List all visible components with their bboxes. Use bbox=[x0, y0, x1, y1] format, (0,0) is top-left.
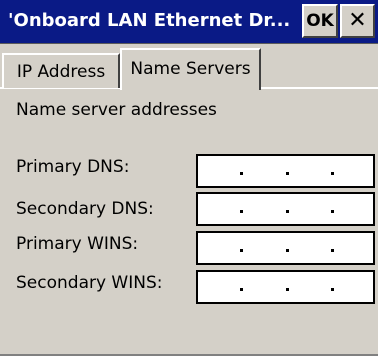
ip-dot bbox=[286, 210, 289, 213]
name-servers-panel: Name server addresses Primary DNS: Secon… bbox=[0, 89, 378, 356]
tab-ip-address[interactable]: IP Address bbox=[2, 53, 120, 88]
secondary-wins-label: Secondary WINS: bbox=[16, 273, 163, 293]
ip-dot bbox=[240, 288, 243, 291]
ip-dot bbox=[286, 288, 289, 291]
ip-dot bbox=[240, 210, 243, 213]
ip-dot bbox=[331, 210, 334, 213]
section-label: Name server addresses bbox=[16, 100, 217, 120]
secondary-dns-input[interactable] bbox=[196, 192, 375, 226]
close-button[interactable]: ✕ bbox=[340, 4, 375, 38]
ip-dot bbox=[240, 172, 243, 175]
secondary-wins-input[interactable] bbox=[196, 270, 375, 304]
primary-wins-label: Primary WINS: bbox=[16, 234, 139, 254]
ok-button[interactable]: OK bbox=[302, 4, 338, 38]
primary-wins-input[interactable] bbox=[196, 231, 375, 265]
ip-dot bbox=[331, 249, 334, 252]
secondary-dns-label: Secondary DNS: bbox=[16, 199, 154, 219]
tab-name-servers[interactable]: Name Servers bbox=[120, 48, 261, 90]
ip-dot bbox=[286, 172, 289, 175]
ip-dot bbox=[331, 288, 334, 291]
close-icon: ✕ bbox=[348, 8, 367, 33]
primary-dns-label: Primary DNS: bbox=[16, 157, 130, 177]
ip-dot bbox=[286, 249, 289, 252]
primary-dns-input[interactable] bbox=[196, 154, 375, 188]
tab-ip-address-label: IP Address bbox=[16, 61, 106, 82]
ip-dot bbox=[331, 172, 334, 175]
ip-dot bbox=[240, 249, 243, 252]
title-bar: 'Onboard LAN Ethernet Dr... OK ✕ bbox=[0, 0, 378, 44]
tab-name-servers-label: Name Servers bbox=[130, 59, 251, 79]
window-title: 'Onboard LAN Ethernet Dr... bbox=[8, 10, 291, 31]
